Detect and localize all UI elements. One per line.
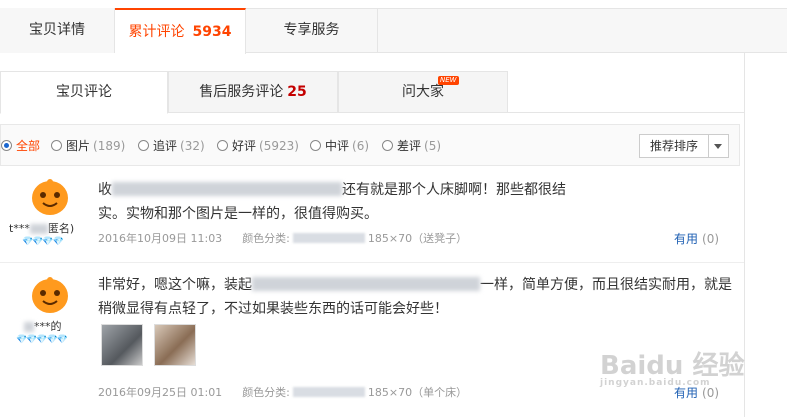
filter-images-radio[interactable]: 图片 (189) xyxy=(51,137,125,153)
color-label: 颜色分类: xyxy=(242,232,290,245)
review-meta: 2016年09月25日 01:01 颜色分类: 185×70（单个床） xyxy=(98,384,467,400)
filter-neutral-radio[interactable]: 中评 (6) xyxy=(310,137,369,153)
review-date: 2016年10月09日 11:03 xyxy=(98,232,223,245)
filter-count: (6) xyxy=(352,139,370,153)
useful-count: (0) xyxy=(702,386,720,400)
radio-icon xyxy=(382,140,393,151)
filter-positive-radio[interactable]: 好评 (5923) xyxy=(217,137,299,153)
review-filter-bar: 全部 图片 (189) 追评 (32) 好评 (5923) 中评 (6) 差评 (5) 推… xyxy=(0,124,740,166)
spec-value: 185×70（送凳子） xyxy=(367,232,468,245)
tab-exclusive-service[interactable]: 专享服务 xyxy=(246,8,378,53)
radio-icon xyxy=(1,140,12,151)
spec-value: 185×70（单个床） xyxy=(367,386,468,399)
avatar xyxy=(32,179,68,215)
subtab-item-reviews[interactable]: 宝贝评论 xyxy=(0,71,168,114)
baidu-watermark: Baidu 经验 jingyan.baidu.com xyxy=(600,351,745,388)
useful-label: 有用 xyxy=(674,232,699,246)
review-photo[interactable] xyxy=(154,324,196,366)
filter-count: (189) xyxy=(93,139,126,153)
useful-count: (0) xyxy=(702,232,720,246)
filter-label: 图片 xyxy=(66,139,91,153)
filter-followup-radio[interactable]: 追评 (32) xyxy=(138,137,205,153)
top-tab-bar: 宝贝详情 累计评论 5934 专享服务 xyxy=(0,8,787,54)
sub-tab-bar: 宝贝评论 售后服务评论 25 问大家 NEW xyxy=(0,71,744,114)
radio-icon xyxy=(310,140,321,151)
subtab-aftersale-reviews[interactable]: 售后服务评论 25 xyxy=(168,71,338,113)
review-item: t*** 匿名) 💎💎💎💎 收还有就是那个人床脚啊！那些都很结 实。实物和那个图片… xyxy=(0,166,744,263)
tab-reviews[interactable]: 累计评论 5934 xyxy=(115,8,246,54)
subtab-label: 售后服务评论 xyxy=(199,84,284,100)
filter-negative-radio[interactable]: 差评 (5) xyxy=(382,137,441,153)
subtab-label: 宝贝评论 xyxy=(56,84,112,100)
sort-label: 推荐排序 xyxy=(650,139,699,153)
review-meta: 2016年10月09日 11:03 颜色分类: 185×70（送凳子） xyxy=(98,230,467,246)
filter-all-radio[interactable]: 全部 xyxy=(1,137,40,153)
radio-icon xyxy=(51,140,62,151)
subtab-label: 问大家 xyxy=(402,84,444,100)
radio-icon xyxy=(138,140,149,151)
tab-label: 宝贝详情 xyxy=(29,22,85,38)
username: t*** 匿名) xyxy=(9,222,75,235)
filter-label: 全部 xyxy=(16,139,41,153)
buyer-level-hearts: 💎💎💎💎 xyxy=(22,237,64,247)
color-label: 颜色分类: xyxy=(242,386,290,399)
sort-dropdown[interactable]: 推荐排序 xyxy=(639,134,729,158)
filter-label: 追评 xyxy=(153,139,178,153)
username: ***的 xyxy=(24,318,62,334)
chevron-down-icon xyxy=(714,144,722,149)
divider xyxy=(708,135,709,157)
filter-count: (5923) xyxy=(259,139,299,153)
filter-label: 好评 xyxy=(232,139,257,153)
new-badge: NEW xyxy=(438,76,459,85)
filter-label: 中评 xyxy=(325,139,350,153)
buyer-level-hearts: 💎💎💎💎💎 xyxy=(16,335,68,345)
tab-item-details[interactable]: 宝贝详情 xyxy=(0,8,115,53)
review-item: ***的 💎💎💎💎💎 非常好，嗯这个嘛，装起 一样，简单方便，而且很结实耐用，就是… xyxy=(0,264,744,417)
useful-button[interactable]: 有用 (0) xyxy=(674,230,719,247)
avatar xyxy=(32,277,68,313)
review-text: 非常好，嗯这个嘛，装起 一样，简单方便，而且很结实耐用，就是 稍微显得有点轻了，不… xyxy=(98,277,732,317)
tab-label: 累计评论 xyxy=(128,24,185,40)
filter-label: 差评 xyxy=(397,139,422,153)
radio-icon xyxy=(217,140,228,151)
tab-label: 专享服务 xyxy=(283,22,340,38)
aftersale-count: 25 xyxy=(287,84,307,100)
review-photo[interactable] xyxy=(101,324,143,366)
review-count: 5934 xyxy=(192,24,232,40)
review-text: 收还有就是那个人床脚啊！那些都很结 实。实物和那个图片是一样的，很值得购买。 xyxy=(98,182,566,222)
review-date: 2016年09月25日 01:01 xyxy=(98,386,223,399)
filter-count: (5) xyxy=(424,139,442,153)
useful-label: 有用 xyxy=(674,386,699,400)
subtab-ask-everyone[interactable]: 问大家 NEW xyxy=(338,71,508,113)
filter-count: (32) xyxy=(180,139,205,153)
